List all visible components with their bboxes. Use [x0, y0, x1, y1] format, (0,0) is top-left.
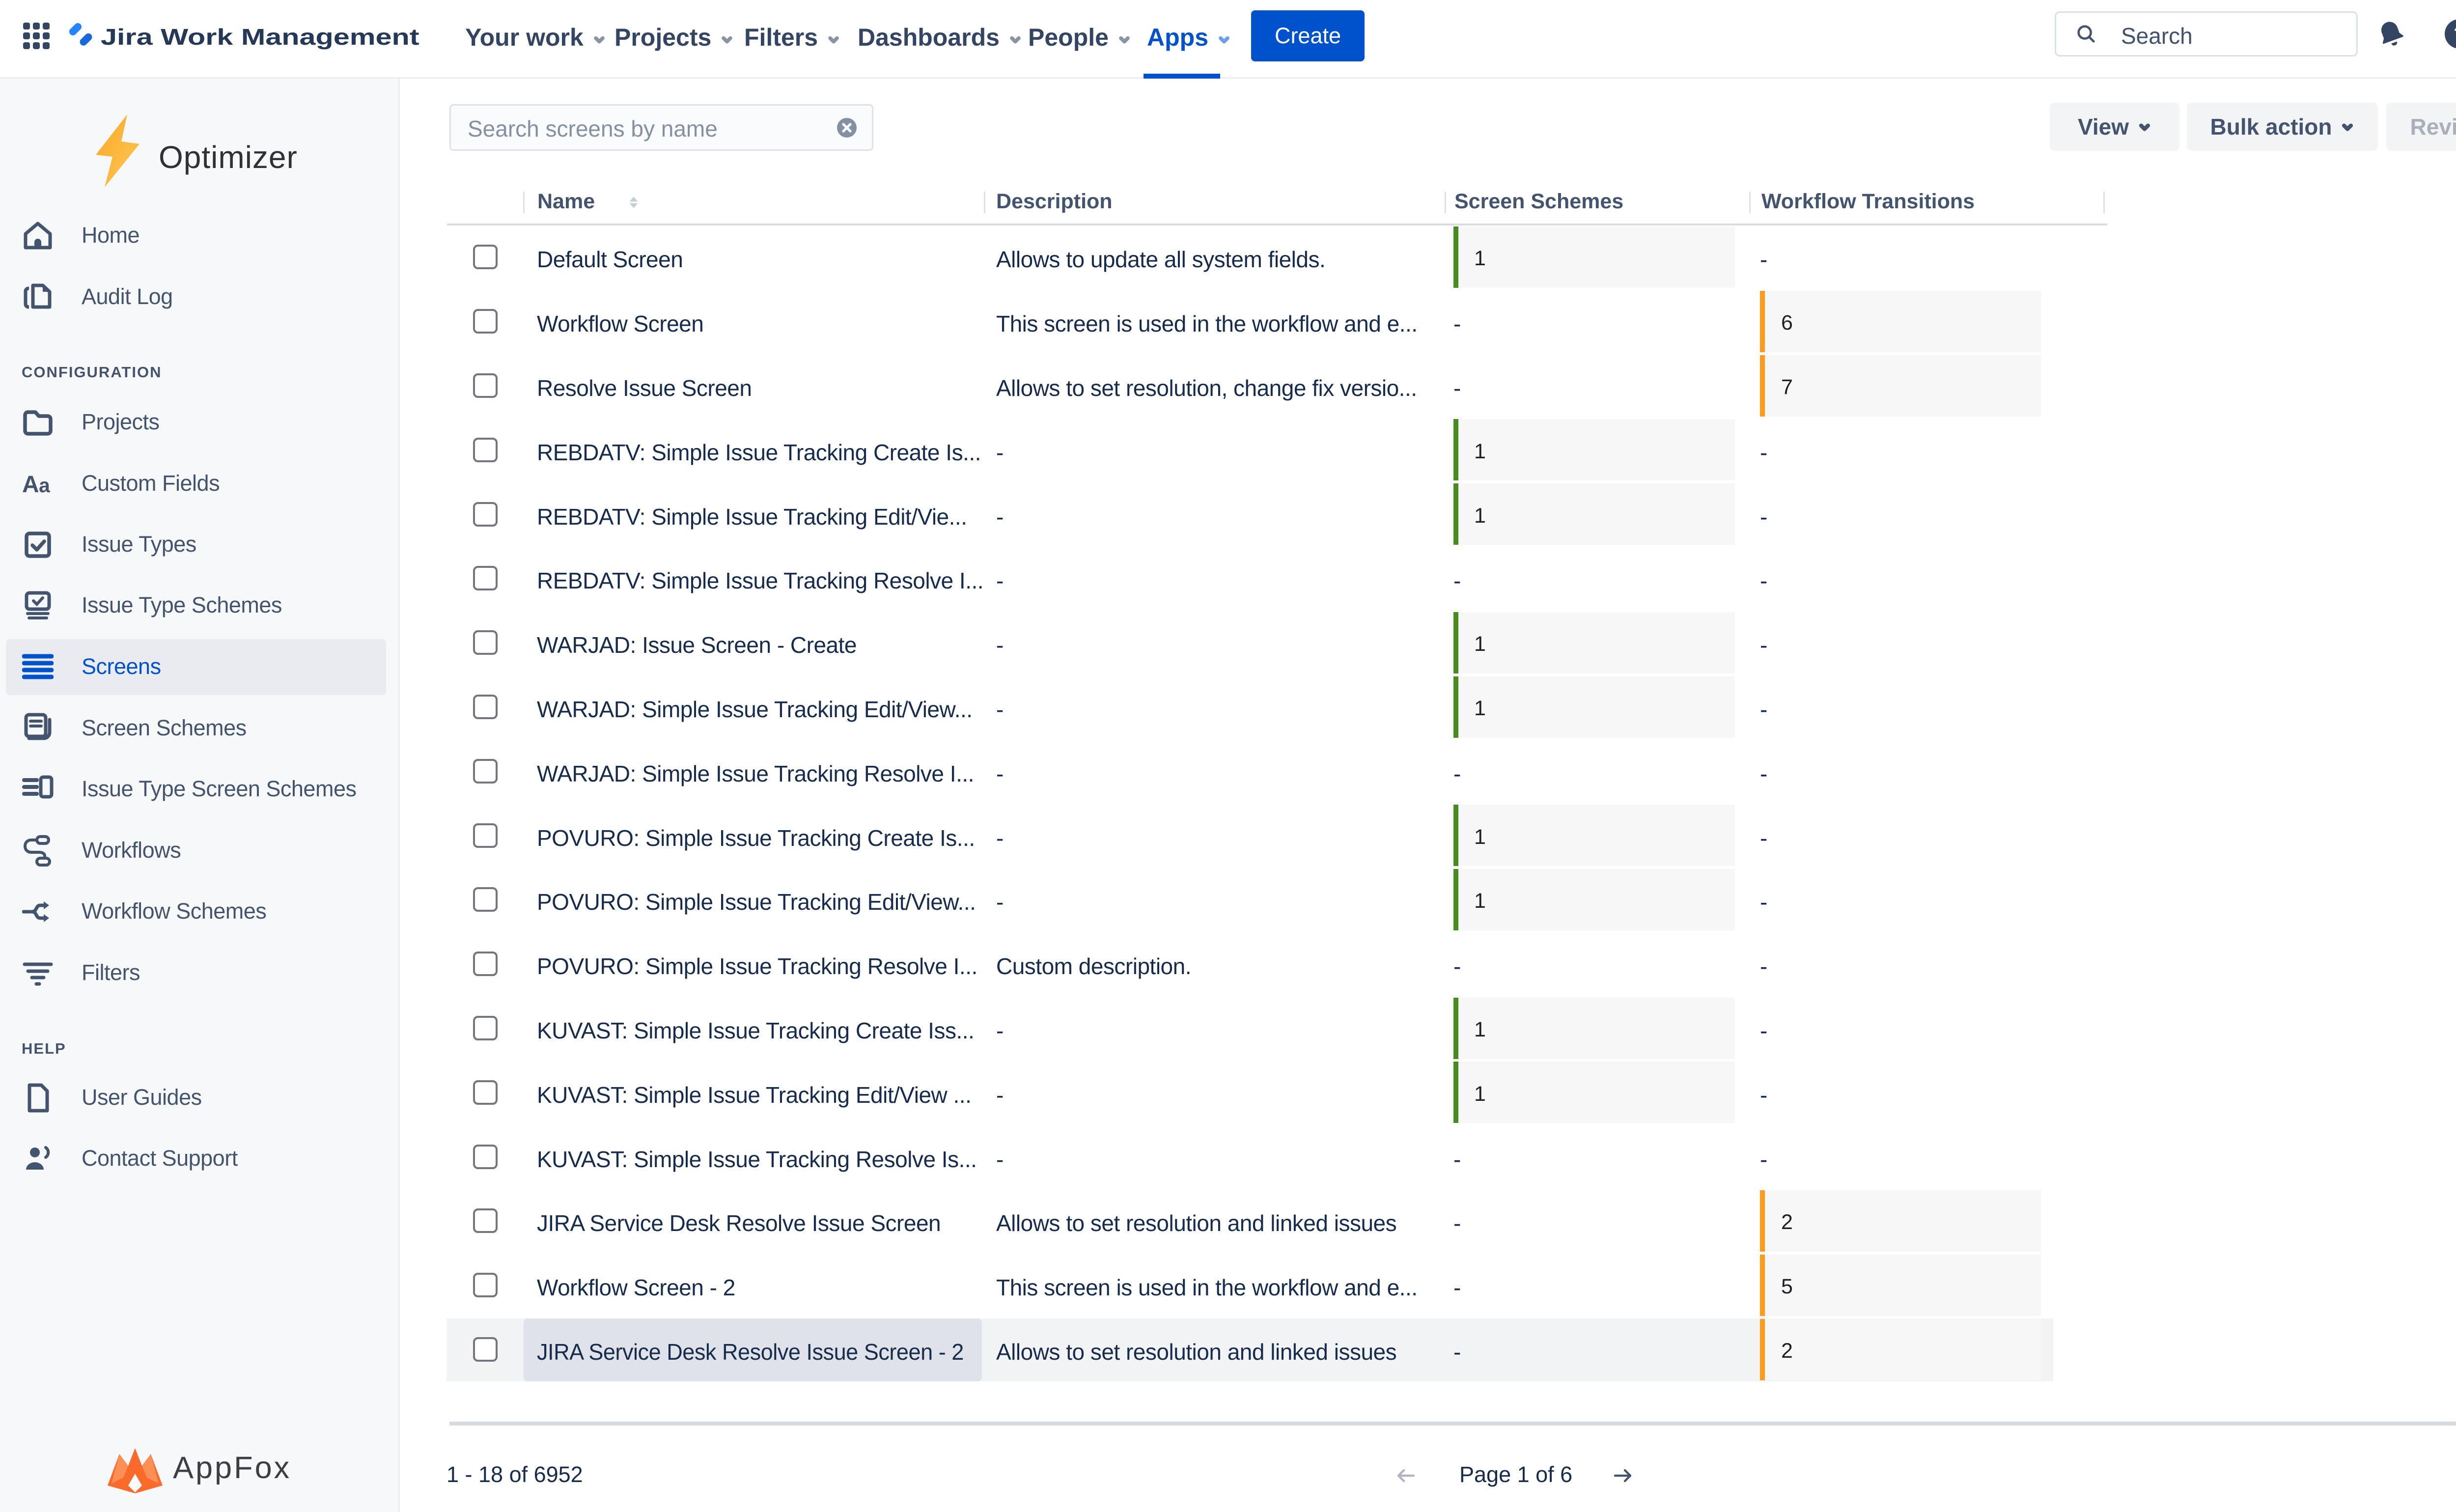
svg-text:a: a	[39, 474, 51, 497]
svg-text:A: A	[22, 472, 39, 498]
